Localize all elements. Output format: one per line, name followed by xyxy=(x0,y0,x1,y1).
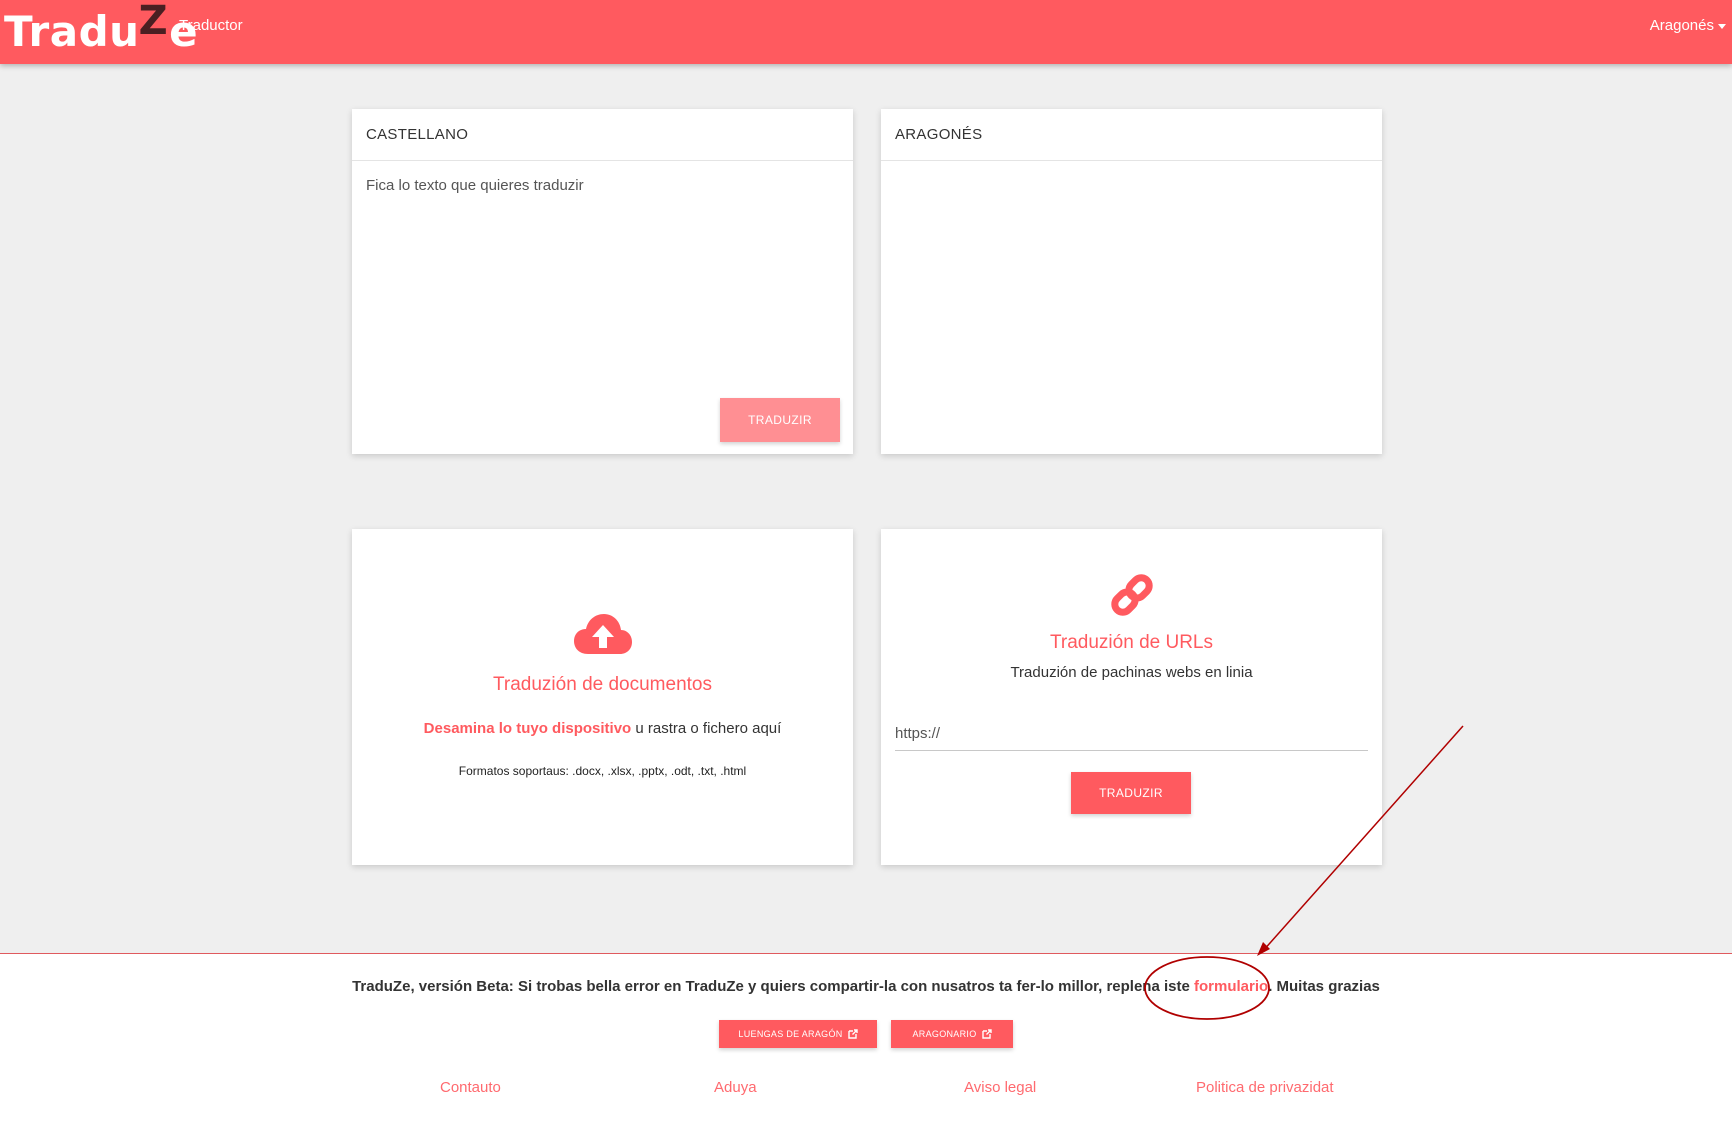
aragonario-label: ARAGONARIO xyxy=(912,1029,977,1039)
target-language-header: ARAGONÉS xyxy=(881,109,1382,161)
supported-formats: Formatos soportaus: .docx, .xlsx, .pptx,… xyxy=(458,764,747,778)
url-input[interactable] xyxy=(895,717,1368,751)
url-translation-title: Traduzión de URLs xyxy=(1050,632,1213,653)
traduze-logo[interactable]: TraduZe xyxy=(4,0,198,60)
external-link-icon xyxy=(981,1029,992,1039)
footer-link-aviso-legal[interactable]: Aviso legal xyxy=(964,1079,1036,1096)
luengas-de-aragon-label: LUENGAS DE ARAGÓN xyxy=(738,1029,843,1039)
luengas-de-aragon-button[interactable]: LUENGAS DE ARAGÓN xyxy=(719,1020,877,1048)
language-dropdown-label: Aragonés xyxy=(1649,17,1714,34)
drop-file-text: u rastra o fichero aquí xyxy=(631,720,782,737)
logo-text-part1: Tradu xyxy=(4,7,140,56)
upload-instructions: Desamina lo tuyo dispositivo u rastra o … xyxy=(352,720,853,737)
footer: TraduZe, versión Beta: Si trobas bella e… xyxy=(0,953,1732,1125)
document-translation-title: Traduzión de documentos xyxy=(493,674,712,695)
target-text-card: ARAGONÉS xyxy=(881,109,1382,454)
footer-link-aduya[interactable]: Aduya xyxy=(714,1079,757,1096)
beta-feedback-note: TraduZe, versión Beta: Si trobas bella e… xyxy=(0,978,1732,995)
logo-text-z: Z xyxy=(138,0,169,44)
footer-link-contauto[interactable]: Contauto xyxy=(440,1079,501,1096)
browse-device-link[interactable]: Desamina lo tuyo dispositivo xyxy=(424,720,632,737)
source-language-header: CASTELLANO xyxy=(352,109,853,161)
document-translation-card[interactable]: Traduzión de documentos Desamina lo tuyo… xyxy=(352,529,853,865)
feedback-form-link[interactable]: formulario xyxy=(1194,978,1268,995)
source-text-input[interactable] xyxy=(366,177,836,377)
url-translation-subtitle: Traduzión de pachinas webs en linia xyxy=(1010,664,1253,681)
language-dropdown[interactable]: Aragonés xyxy=(1650,17,1726,34)
beta-text: TraduZe, versión Beta: Si trobas bella e… xyxy=(352,978,1194,995)
aragonario-button[interactable]: ARAGONARIO xyxy=(891,1020,1013,1048)
cloud-upload-icon xyxy=(573,614,632,661)
external-link-icon xyxy=(847,1029,858,1039)
thanks-text: . Muitas grazias xyxy=(1268,978,1380,995)
footer-link-privacy-policy[interactable]: Politica de privazidat xyxy=(1196,1079,1334,1096)
translate-url-button[interactable]: TRADUZIR xyxy=(1071,772,1191,814)
top-navbar: TraduZe Traductor Aragonés xyxy=(0,0,1732,64)
translate-text-button[interactable]: TRADUZIR xyxy=(720,398,840,442)
translation-output xyxy=(895,177,1365,427)
caret-down-icon xyxy=(1718,24,1726,29)
source-text-card: CASTELLANO TRADUZIR xyxy=(352,109,853,454)
nav-link-traductor[interactable]: Traductor xyxy=(179,17,243,34)
url-translation-card: Traduzión de URLs Traduzión de pachinas … xyxy=(881,529,1382,865)
link-icon xyxy=(1108,571,1156,624)
